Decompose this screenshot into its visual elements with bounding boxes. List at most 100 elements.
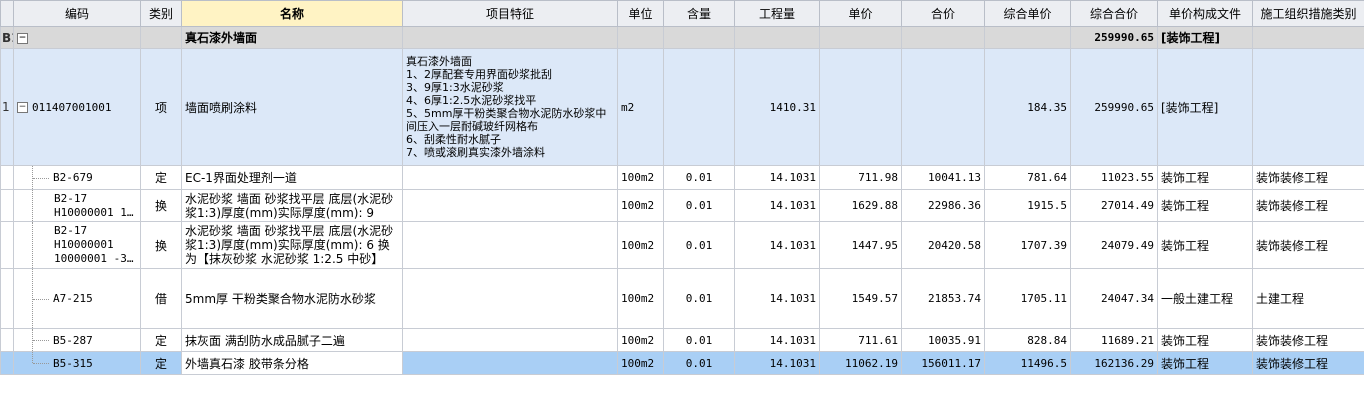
sub-content-cell[interactable]: 0.01 <box>663 189 735 222</box>
sub-name-cell[interactable]: 抹灰面 满刮防水成品腻子二遍 <box>181 328 403 352</box>
sub-name-cell-editing[interactable]: 外墙真石漆 胶带条分格 <box>181 351 403 375</box>
sub-feature-cell[interactable] <box>402 165 618 190</box>
section-price-file-cell[interactable]: [装饰工程] <box>1157 26 1253 49</box>
sub-price-file-cell[interactable]: 装饰工程 <box>1157 351 1253 375</box>
col-header-feature[interactable]: 项目特征 <box>402 0 618 27</box>
sub-measure-type-cell[interactable]: 装饰装修工程 <box>1252 328 1364 352</box>
sub-total-price-cell[interactable]: 22986.36 <box>901 189 985 222</box>
section-comp-unit-price-cell[interactable] <box>984 26 1071 49</box>
item-row[interactable]: 1 −011407001001 项 墙面喷刷涂料 真石漆外墙面 1、2厚配套专用… <box>0 48 1364 166</box>
section-quantity-cell[interactable] <box>734 26 820 49</box>
section-row[interactable]: B1 − 真石漆外墙面 259990.65 [装饰工程] <box>0 26 1364 49</box>
table-row[interactable]: B2-679 定 EC-1界面处理剂一道 100m2 0.01 14.1031 … <box>0 165 1364 190</box>
sub-measure-type-cell[interactable]: 装饰装修工程 <box>1252 165 1364 190</box>
sub-unit-price-cell[interactable]: 711.98 <box>819 165 902 190</box>
col-header-category[interactable]: 类别 <box>140 0 182 27</box>
item-measure-type-cell[interactable] <box>1252 48 1364 166</box>
sub-comp-unit-price-cell[interactable]: 11496.5 <box>984 351 1071 375</box>
col-header-quantity[interactable]: 工程量 <box>734 0 820 27</box>
sub-comp-total-price-cell[interactable]: 24047.34 <box>1070 268 1158 329</box>
sub-measure-type-cell[interactable]: 装饰装修工程 <box>1252 351 1364 375</box>
section-feature-cell[interactable] <box>402 26 618 49</box>
item-code-cell[interactable]: −011407001001 <box>13 48 141 166</box>
sub-feature-cell[interactable] <box>402 189 618 222</box>
col-header-code[interactable]: 编码 <box>13 0 141 27</box>
sub-content-cell[interactable]: 0.01 <box>663 221 735 269</box>
sub-comp-unit-price-cell[interactable]: 1705.11 <box>984 268 1071 329</box>
col-header-name[interactable]: 名称 <box>181 0 403 27</box>
col-header-total-price[interactable]: 合价 <box>901 0 985 27</box>
section-category-cell[interactable] <box>140 26 182 49</box>
sub-quantity-cell[interactable]: 14.1031 <box>734 351 820 375</box>
sub-feature-cell[interactable] <box>402 351 618 375</box>
col-header-price-file[interactable]: 单价构成文件 <box>1157 0 1253 27</box>
sub-unit-cell[interactable]: 100m2 <box>617 165 664 190</box>
sub-unit-price-cell[interactable]: 1549.57 <box>819 268 902 329</box>
item-total-price-cell[interactable] <box>901 48 985 166</box>
sub-category-cell[interactable]: 定 <box>140 351 182 375</box>
sub-total-price-cell[interactable]: 10035.91 <box>901 328 985 352</box>
sub-name-cell[interactable]: 5mm厚 干粉类聚合物水泥防水砂浆 <box>181 268 403 329</box>
col-header-measure-type[interactable]: 施工组织措施类别 <box>1252 0 1364 27</box>
sub-unit-cell[interactable]: 100m2 <box>617 221 664 269</box>
item-unit-price-cell[interactable] <box>819 48 902 166</box>
collapse-toggle-icon[interactable]: − <box>17 102 28 113</box>
sub-comp-total-price-cell[interactable]: 162136.29 <box>1070 351 1158 375</box>
sub-comp-unit-price-cell[interactable]: 828.84 <box>984 328 1071 352</box>
sub-quantity-cell[interactable]: 14.1031 <box>734 221 820 269</box>
sub-quantity-cell[interactable]: 14.1031 <box>734 268 820 329</box>
sub-total-price-cell[interactable]: 21853.74 <box>901 268 985 329</box>
col-header-unit[interactable]: 单位 <box>617 0 664 27</box>
item-quantity-cell[interactable]: 1410.31 <box>734 48 820 166</box>
sub-comp-total-price-cell[interactable]: 11689.21 <box>1070 328 1158 352</box>
sub-price-file-cell[interactable]: 装饰工程 <box>1157 165 1253 190</box>
sub-code-cell[interactable]: B5-315 <box>13 351 141 375</box>
sub-unit-cell[interactable]: 100m2 <box>617 351 664 375</box>
sub-comp-total-price-cell[interactable]: 27014.49 <box>1070 189 1158 222</box>
sub-comp-unit-price-cell[interactable]: 1915.5 <box>984 189 1071 222</box>
sub-feature-cell[interactable] <box>402 268 618 329</box>
sub-comp-unit-price-cell[interactable]: 781.64 <box>984 165 1071 190</box>
item-comp-unit-price-cell[interactable]: 184.35 <box>984 48 1071 166</box>
sub-unit-cell[interactable]: 100m2 <box>617 189 664 222</box>
item-content-cell[interactable] <box>663 48 735 166</box>
sub-unit-cell[interactable]: 100m2 <box>617 328 664 352</box>
item-category-cell[interactable]: 项 <box>140 48 182 166</box>
sub-category-cell[interactable]: 换 <box>140 221 182 269</box>
table-row[interactable]: B5-287 定 抹灰面 满刮防水成品腻子二遍 100m2 0.01 14.10… <box>0 328 1364 352</box>
sub-content-cell[interactable]: 0.01 <box>663 351 735 375</box>
sub-category-cell[interactable]: 定 <box>140 328 182 352</box>
sub-unit-price-cell[interactable]: 11062.19 <box>819 351 902 375</box>
sub-total-price-cell[interactable]: 20420.58 <box>901 221 985 269</box>
item-name-cell[interactable]: 墙面喷刷涂料 <box>181 48 403 166</box>
sub-measure-type-cell[interactable]: 土建工程 <box>1252 268 1364 329</box>
sub-quantity-cell[interactable]: 14.1031 <box>734 189 820 222</box>
col-header-comp-unit-price[interactable]: 综合单价 <box>984 0 1071 27</box>
sub-price-file-cell[interactable]: 一般土建工程 <box>1157 268 1253 329</box>
sub-content-cell[interactable]: 0.01 <box>663 328 735 352</box>
table-row[interactable]: A7-215 借 5mm厚 干粉类聚合物水泥防水砂浆 100m2 0.01 14… <box>0 268 1364 329</box>
sub-name-cell[interactable]: 水泥砂浆 墙面 砂浆找平层 底层(水泥砂浆1:3)厚度(mm)实际厚度(mm):… <box>181 221 403 269</box>
sub-comp-total-price-cell[interactable]: 24079.49 <box>1070 221 1158 269</box>
item-unit-cell[interactable]: m2 <box>617 48 664 166</box>
sub-name-cell[interactable]: 水泥砂浆 墙面 砂浆找平层 底层(水泥砂浆1:3)厚度(mm)实际厚度(mm):… <box>181 189 403 222</box>
section-code-cell[interactable]: − <box>13 26 141 49</box>
sub-measure-type-cell[interactable]: 装饰装修工程 <box>1252 221 1364 269</box>
sub-content-cell[interactable]: 0.01 <box>663 268 735 329</box>
section-unit-price-cell[interactable] <box>819 26 902 49</box>
section-measure-type-cell[interactable] <box>1252 26 1364 49</box>
sub-code-cell[interactable]: A7-215 <box>13 268 141 329</box>
col-header-content[interactable]: 含量 <box>663 0 735 27</box>
sub-unit-price-cell[interactable]: 711.61 <box>819 328 902 352</box>
sub-content-cell[interactable]: 0.01 <box>663 165 735 190</box>
sub-code-cell[interactable]: B2-17 H10000001 10000001 -3… <box>13 221 141 269</box>
section-unit-cell[interactable] <box>617 26 664 49</box>
item-feature-cell[interactable]: 真石漆外墙面 1、2厚配套专用界面砂浆批刮 3、9厚1:3水泥砂浆 4、6厚1:… <box>402 48 618 166</box>
row-number-header[interactable] <box>0 0 14 27</box>
sub-code-cell[interactable]: B5-287 <box>13 328 141 352</box>
table-row-selected[interactable]: B5-315 定 外墙真石漆 胶带条分格 100m2 0.01 14.1031 … <box>0 351 1364 375</box>
sub-feature-cell[interactable] <box>402 221 618 269</box>
col-header-comp-total-price[interactable]: 综合合价 <box>1070 0 1158 27</box>
section-name-cell[interactable]: 真石漆外墙面 <box>181 26 403 49</box>
section-total-price-cell[interactable] <box>901 26 985 49</box>
